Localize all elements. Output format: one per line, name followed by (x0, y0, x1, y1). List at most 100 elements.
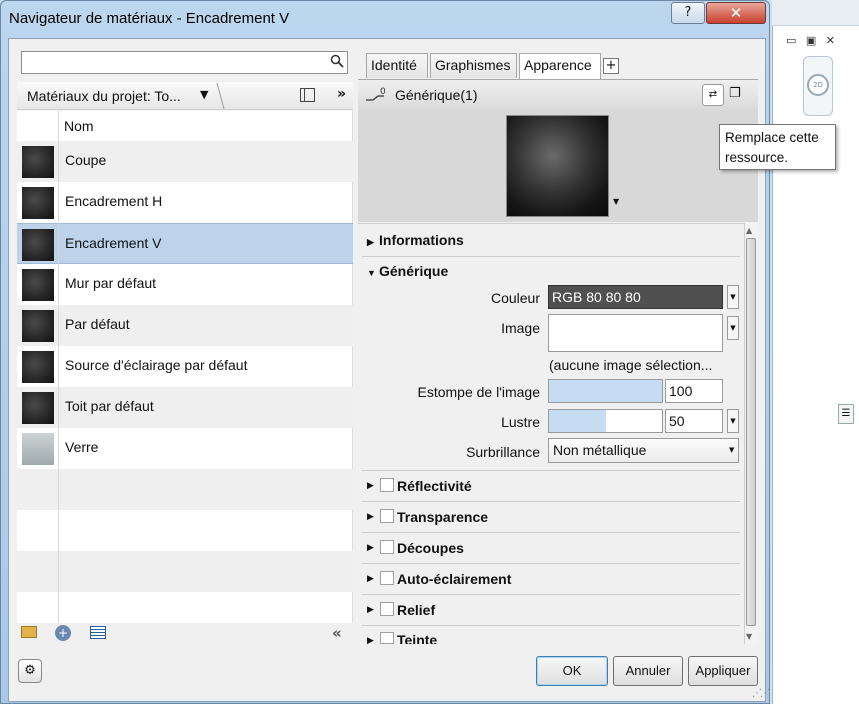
divider (362, 470, 740, 471)
collapse-icon: ▼ (367, 268, 376, 278)
asset-hand-icon: 0 (364, 86, 388, 104)
material-name: Encadrement H (65, 193, 163, 209)
preview-options-icon[interactable]: ▼ (613, 197, 619, 206)
close-button[interactable]: ✕ (706, 2, 766, 24)
gloss-value[interactable]: 50 (665, 409, 723, 433)
list-item[interactable]: Coupe (17, 141, 353, 182)
create-material-icon[interactable]: + (55, 625, 71, 641)
slider-fill (549, 410, 606, 432)
reflectivity-checkbox[interactable] (380, 478, 394, 492)
properties-menu-icon[interactable]: ☰ (838, 404, 854, 424)
tooltip-line: Remplace cette (725, 130, 819, 145)
bump-checkbox[interactable] (380, 602, 394, 616)
window-title: Navigateur de matériaux - Encadrement V (9, 10, 290, 27)
column-header-name[interactable]: Nom (64, 118, 94, 134)
duplicate-asset-icon[interactable]: ❐ (729, 86, 747, 104)
list-item[interactable]: Toit par défaut (17, 387, 353, 428)
transparency-checkbox[interactable] (380, 509, 394, 523)
expand-icon[interactable]: ▶ (367, 481, 374, 491)
svg-text:0: 0 (380, 87, 386, 97)
scroll-down-icon[interactable]: ▼ (746, 632, 752, 641)
gloss-label: Lustre (501, 414, 540, 430)
empty-row (17, 469, 353, 510)
material-name: Coupe (65, 152, 107, 168)
section-transparence[interactable]: Transparence (397, 509, 488, 525)
library-label[interactable]: Matériaux du projet: To... (27, 88, 181, 104)
material-name: Encadrement V (65, 235, 162, 251)
help-button[interactable]: ? (671, 2, 705, 24)
section-title: Informations (379, 232, 464, 248)
material-settings-icon[interactable]: ⚙ (18, 659, 42, 683)
divider (362, 563, 740, 564)
material-thumbnail (22, 351, 54, 383)
search-icon[interactable] (330, 54, 344, 70)
section-decoupes[interactable]: Découpes (397, 540, 464, 556)
cutouts-checkbox[interactable] (380, 540, 394, 554)
material-preview[interactable] (506, 115, 609, 217)
color-label: Couleur (490, 290, 540, 306)
highlights-select[interactable]: Non métallique (548, 438, 739, 463)
tooltip-line: ressource. (725, 150, 789, 165)
2d-wheel-icon[interactable]: 2D (807, 74, 829, 96)
list-item-selected[interactable]: Encadrement V (17, 223, 353, 264)
tab-graphismes[interactable]: Graphismes (430, 53, 517, 78)
asset-browser-icon[interactable] (90, 626, 106, 639)
list-item[interactable]: Source d'éclairage par défaut (17, 346, 353, 387)
tab-identite[interactable]: Identité (366, 53, 428, 78)
expand-icon[interactable]: ▶ (367, 636, 374, 646)
scroll-up-icon[interactable]: ▲ (746, 226, 752, 235)
expand-icon[interactable]: ▶ (367, 512, 374, 522)
expand-icon[interactable]: ▶ (367, 574, 374, 584)
cancel-button[interactable]: Annuler (613, 656, 683, 686)
image-field[interactable] (548, 314, 723, 352)
expand-icon[interactable]: ▶ (367, 543, 374, 553)
list-item[interactable]: Mur par défaut (17, 264, 353, 305)
material-name: Verre (65, 439, 99, 455)
section-teinte[interactable]: Teinte (397, 632, 437, 644)
empty-row (17, 510, 353, 551)
tint-checkbox[interactable] (380, 632, 394, 644)
apply-button[interactable]: Appliquer (688, 656, 758, 686)
replace-asset-icon[interactable]: ⇄ (702, 84, 724, 106)
expand-icon: ▶ (367, 237, 374, 247)
tab-apparence[interactable]: Apparence (519, 53, 601, 79)
material-thumbnail (22, 310, 54, 342)
gloss-slider[interactable] (548, 409, 663, 433)
gloss-dropdown-icon[interactable]: ▼ (727, 409, 739, 433)
color-dropdown-icon[interactable]: ▼ (727, 285, 739, 309)
section-relief[interactable]: Relief (397, 602, 435, 618)
empty-row (17, 551, 353, 592)
color-field[interactable]: RGB 80 80 80 (548, 285, 723, 309)
expand-library-icon[interactable]: » (337, 86, 346, 102)
collapse-library-icon[interactable]: « (332, 624, 342, 642)
background-window-controls[interactable]: ▭ ▣ ✕ (786, 34, 838, 47)
resize-grip[interactable]: ⋰⋰ (752, 688, 770, 699)
material-thumbnail (22, 392, 54, 424)
list-item[interactable]: Par défaut (17, 305, 353, 346)
material-name: Par défaut (65, 316, 130, 332)
self-illumination-checkbox[interactable] (380, 571, 394, 585)
image-fade-value[interactable]: 100 (665, 379, 723, 403)
image-fade-slider[interactable] (548, 379, 663, 403)
add-tab-icon[interactable]: + (603, 58, 619, 74)
no-image-text: (aucune image sélection... (549, 357, 713, 373)
section-title: Générique (379, 263, 449, 279)
section-informations[interactable]: ▶ Informations (367, 232, 464, 248)
search-input[interactable] (21, 51, 348, 74)
section-generique[interactable]: ▼ Générique (367, 263, 448, 279)
divider (362, 594, 740, 595)
list-column-divider (58, 111, 59, 623)
ok-button[interactable]: OK (536, 656, 608, 686)
library-folder-icon[interactable] (21, 626, 37, 638)
list-item[interactable]: Verre (17, 428, 353, 469)
chevron-down-icon[interactable]: ▼ (729, 446, 734, 454)
view-options-icon[interactable] (300, 88, 315, 102)
section-auto-eclairement[interactable]: Auto-éclairement (397, 571, 511, 587)
list-item[interactable]: Encadrement H (17, 182, 353, 223)
slider-fill (549, 380, 662, 402)
expand-icon[interactable]: ▶ (367, 605, 374, 615)
image-dropdown-icon[interactable]: ▼ (727, 316, 739, 340)
section-reflectivite[interactable]: Réflectivité (397, 478, 472, 494)
background-app-titlebar (772, 0, 859, 26)
scrollbar-thumb[interactable] (746, 238, 756, 626)
